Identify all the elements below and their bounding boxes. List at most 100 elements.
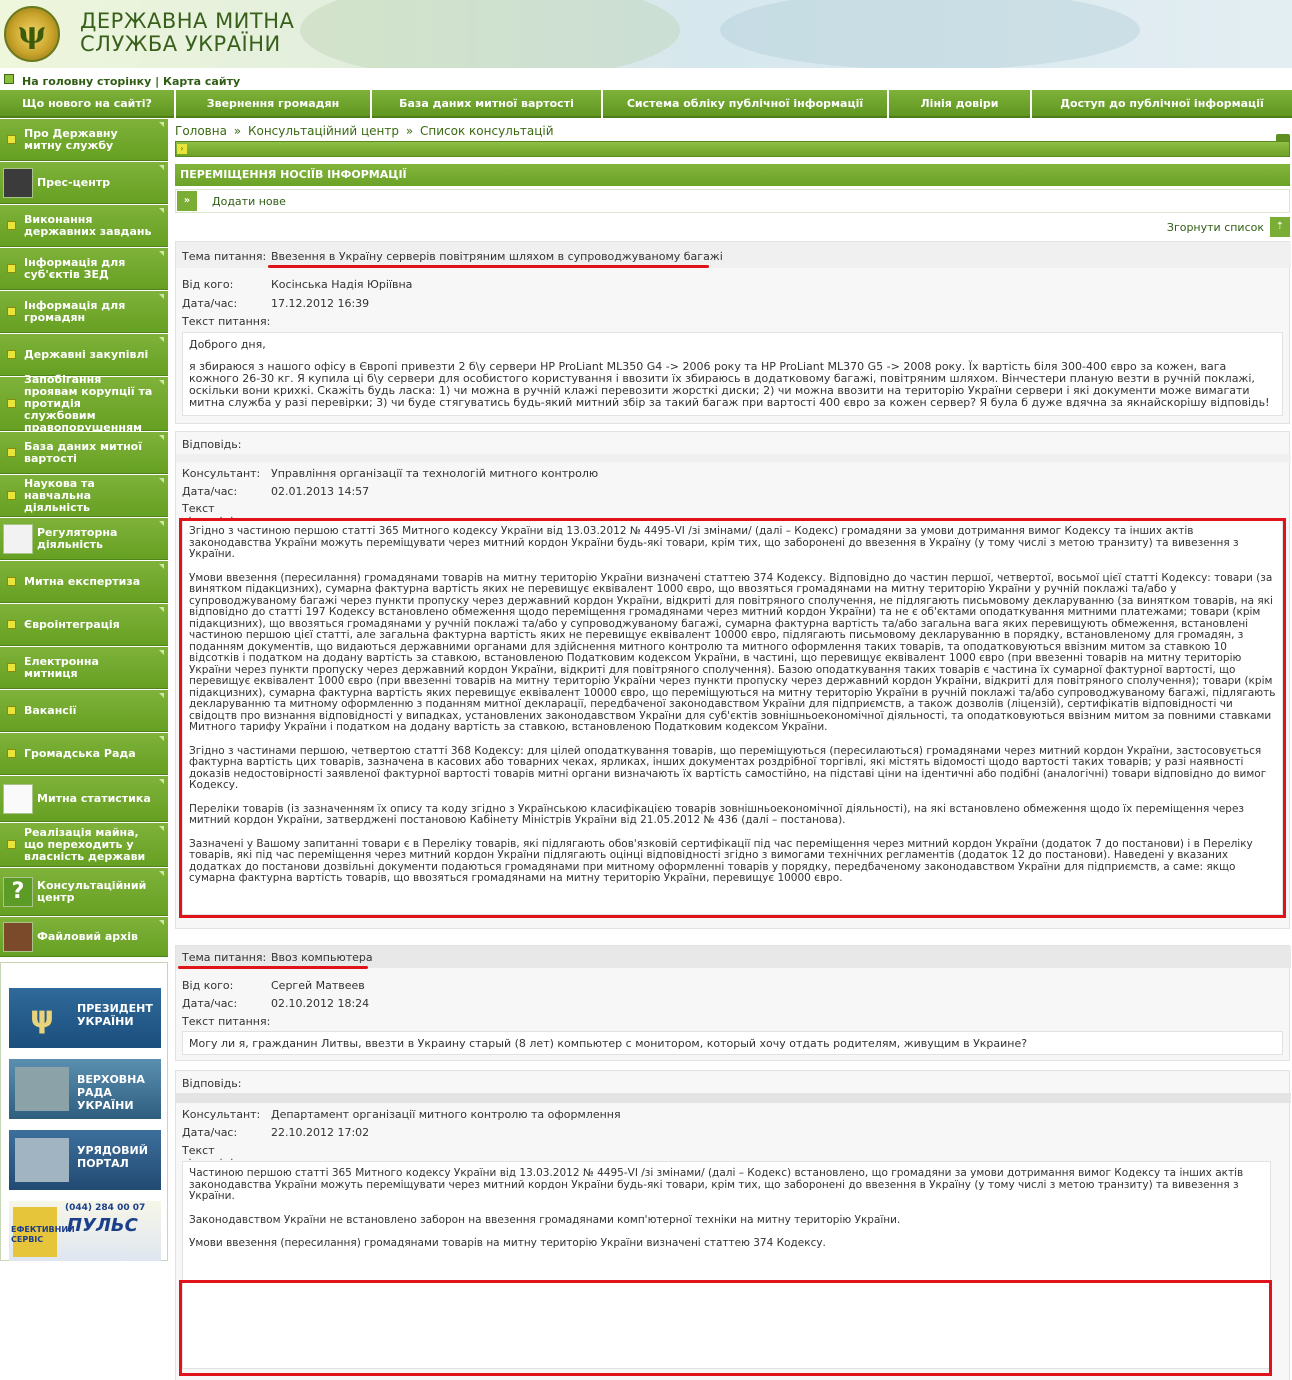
sidebar-item-consult-center[interactable]: ? Консультаційний центр [0,868,168,916]
add-new-link[interactable]: Додати нове [212,195,286,208]
sidebar-item-file-archive[interactable]: Файловий архів [0,917,168,957]
gov-portal-banner[interactable]: УРЯДОВИЙ ПОРТАЛ [9,1130,161,1190]
sidebar-item-science[interactable]: Наукова та навчальна діяльність [0,475,168,517]
sidebar-item-property-sale[interactable]: Реалізація майна, що переходить у власні… [0,823,168,867]
answer-label: Відповідь: [182,438,242,451]
bullet-icon [7,264,16,273]
sidebar-item-procurement[interactable]: Державні закупівлі [0,334,168,376]
consultation-question: Тема питання: Ввоз компьютера Від кого: Се… [175,945,1291,1061]
nav-trust-line[interactable]: Лінія довіри [889,90,1030,118]
bullet-icon [7,491,16,500]
topic-highlight-underline [178,966,368,969]
sidebar-item-about[interactable]: Про Державну митну службу [0,119,168,161]
nav-citizen-appeals[interactable]: Звернення громадян [176,90,370,118]
sidebar-item-anticorruption[interactable]: Запобігання проявам корупції та протидія… [0,373,168,433]
sidebar-item-press[interactable]: Прес-центр [0,162,168,204]
answer-paragraph: Умови ввезення (пересилання) громадянами… [189,1237,826,1249]
puls-banner[interactable]: (044) 284 00 07 ПУЛЬС ЕФЕКТИВНИЙ СЕРВІС [9,1201,161,1261]
bullet-icon [7,663,16,672]
date-value: 17.12.2012 16:39 [271,297,370,310]
sidebar-item-e-customs[interactable]: Електронна митниця [0,647,168,689]
sidebar-item-zed-info[interactable]: Інформація для суб'єктів ЗЕД [0,248,168,290]
nav-public-info-system[interactable]: Система обліку публічної інформації [603,90,887,118]
consultant-label: Консультант: [182,1108,261,1121]
breadcrumb-separator: » [233,124,242,138]
question-icon: ? [3,876,33,907]
sidebar-item-regulatory[interactable]: Регуляторна діяльність [0,518,168,560]
corner-arrow-icon [159,208,164,213]
puls-left-label: ЕФЕКТИВНИЙ СЕРВІС [11,1225,75,1244]
answer-date-label: Дата/час: [182,1126,238,1139]
double-arrow-icon[interactable]: » [177,191,197,211]
sitemap-link[interactable]: Карта сайту [163,75,240,88]
corner-arrow-icon [159,693,164,698]
from-label: Від кого: [182,979,234,992]
customs-emblem-icon[interactable]: ψ [4,6,60,62]
corner-arrow-icon [159,871,164,876]
site-title-line2: СЛУЖБА УКРАЇНИ [80,32,281,56]
sidebar-item-state-tasks[interactable]: Виконання державних завдань [0,205,168,247]
sidebar-item-label: Державні закупівлі [24,347,149,361]
topic-value: Ввоз компьютера [271,951,373,964]
breadcrumb-center[interactable]: Консультаційний центр [248,124,399,138]
corner-arrow-icon [159,564,164,569]
sidebar-item-public-council[interactable]: Громадська Рада [0,733,168,775]
sidebar-item-label: Вакансії [24,703,77,717]
rada-banner[interactable]: ВЕРХОВНА РАДА УКРАЇНИ [9,1059,161,1119]
site-title[interactable]: ДЕРЖАВНА МИТНА СЛУЖБА УКРАЇНИ [80,10,294,56]
corner-arrow-icon [159,165,164,170]
corner-arrow-icon [159,478,164,483]
question-text-label: Текст питання: [182,1015,271,1028]
nav-public-info-access[interactable]: Доступ до публічної інформації [1032,90,1292,118]
rada-banner-label: ВЕРХОВНА РАДА УКРАЇНИ [77,1073,145,1112]
sidebar-item-vacancies[interactable]: Вакансії [0,690,168,732]
breadcrumb-list[interactable]: Список консультацій [420,124,554,138]
sidebar-item-label: База даних митної вартості [24,439,142,465]
home-icon[interactable] [4,74,14,84]
site-title-line1: ДЕРЖАВНА МИТНА [80,9,295,33]
bullet-icon [7,840,16,849]
topbar-separator: | [155,75,160,88]
microphone-icon [3,167,33,198]
president-banner-label: ПРЕЗИДЕНТ УКРАЇНИ [77,1002,153,1028]
collapse-list-link[interactable]: Згорнути список [1167,221,1264,234]
date-value: 02.10.2012 18:24 [271,997,370,1010]
sidebar-item-label: Прес-центр [37,175,111,189]
answer-date-row: Дата/час: 22.10.2012 17:02 [182,1126,369,1139]
sidebar-item-eurointegration[interactable]: Євроінтеграція [0,604,168,646]
sidebar-item-expertise[interactable]: Митна експертиза [0,561,168,603]
bullet-icon [7,307,16,316]
trident-icon: ψ [30,1000,54,1035]
green-bar: › [175,141,1290,157]
bullet-icon [7,350,16,359]
sidebar-item-citizen-info[interactable]: Інформація для громадян [0,291,168,333]
corner-arrow-icon [159,251,164,256]
answer-label-row: Відповідь: [182,438,271,451]
corner-arrow-icon [159,736,164,741]
topic-row-text: Тема питання: Ввезення в Україну серверів… [182,250,723,263]
corner-arrow-icon [159,920,164,925]
home-link[interactable]: На головну сторінку [22,75,151,88]
sidebar-item-label: Електронна митниця [24,654,99,680]
question-text-box: Могу ли я, гражданин Литвы, ввезти в Укр… [182,1031,1283,1055]
nav-customs-value-db[interactable]: База даних митної вартості [372,90,601,118]
sidebar-item-label: Євроінтеграція [24,617,120,631]
puls-phone: (044) 284 00 07 [65,1203,146,1213]
answer-date-row: Дата/час: 02.01.2013 14:57 [182,485,369,498]
consultant-label: Консультант: [182,467,261,480]
corner-arrow-icon [159,607,164,612]
corner-arrow-icon [159,294,164,299]
topic-row-text: Тема питання: Ввоз компьютера [182,951,373,964]
sidebar-item-value-db[interactable]: База даних митної вартості [0,432,168,474]
president-banner[interactable]: ψ ПРЕЗИДЕНТ УКРАЇНИ [9,988,161,1048]
consultation-question: Тема питання: Ввезення в Україну серверів… [175,241,1291,424]
breadcrumb-home[interactable]: Головна [175,124,227,138]
nav-whats-new[interactable]: Що нового на сайті? [0,90,174,118]
question-text-row: Текст питання: [182,315,271,328]
collapse-arrow-icon[interactable]: ⇡ [1270,217,1290,237]
topic-label: Тема питання: [182,951,267,964]
sidebar-item-statistics[interactable]: Митна статистика [0,776,168,822]
bullet-icon [7,620,16,629]
consultant-value: Департамент організації митного контролю… [271,1108,621,1121]
bullet-icon [7,448,16,457]
